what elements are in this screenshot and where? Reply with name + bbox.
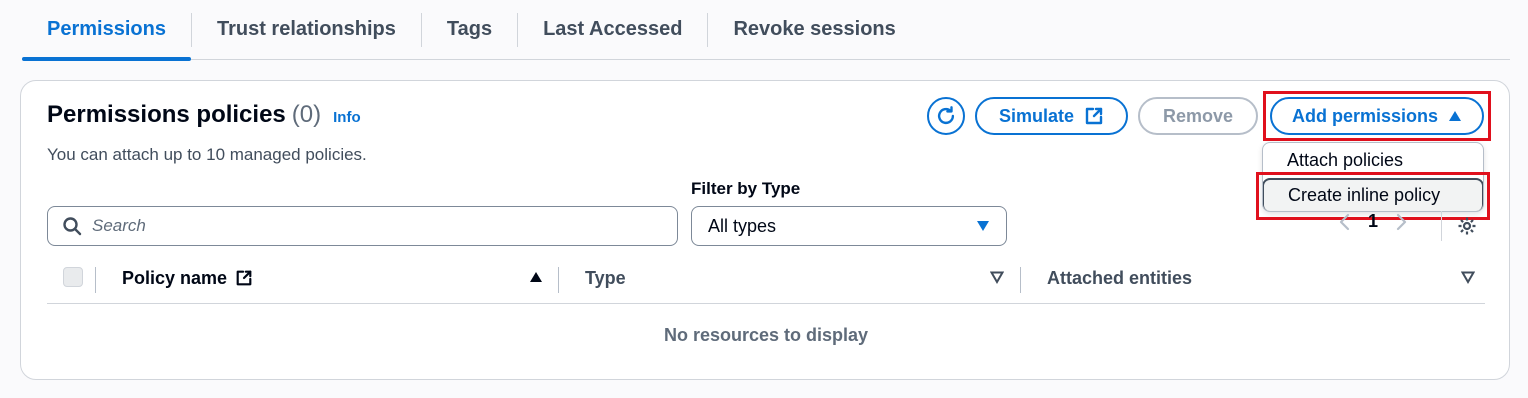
pagination: 1: [1338, 211, 1408, 232]
search-box[interactable]: [47, 206, 678, 246]
table-header: Policy name Type Attached entities: [47, 259, 1485, 304]
tab-trust-relationships-label: Trust relationships: [216, 18, 396, 40]
pagination-divider: [1441, 211, 1442, 241]
add-permissions-menu: Attach policies Create inline policy: [1262, 142, 1484, 212]
chevron-left-icon[interactable]: [1338, 213, 1350, 231]
tab-permissions-label: Permissions: [47, 18, 166, 40]
menu-item-create-inline-policy[interactable]: Create inline policy: [1263, 178, 1483, 211]
tab-permissions[interactable]: Permissions: [22, 0, 191, 61]
simulate-button[interactable]: Simulate: [975, 97, 1128, 135]
panel-description: You can attach up to 10 managed policies…: [47, 145, 367, 164]
menu-item-create-inline-policy-label: Create inline policy: [1288, 185, 1441, 205]
refresh-icon: [937, 106, 955, 125]
caret-down-icon: [977, 221, 989, 231]
column-header-attached-entities[interactable]: Attached entities: [1047, 259, 1192, 297]
panel-title: Permissions policies: [47, 101, 286, 128]
panel-header: Permissions policies (0) Info: [47, 101, 361, 129]
tab-revoke-sessions-label: Revoke sessions: [733, 18, 896, 40]
permissions-policies-panel: Permissions policies (0) Info You can at…: [20, 80, 1510, 380]
sort-descending-icon[interactable]: [1461, 270, 1475, 284]
tab-tags[interactable]: Tags: [422, 0, 517, 60]
menu-item-attach-policies-label: Attach policies: [1287, 150, 1404, 170]
column-divider: [1020, 267, 1021, 293]
tab-tags-label: Tags: [446, 18, 493, 40]
tab-bar: Permissions Trust relationships Tags Las…: [22, 0, 1510, 61]
search-input[interactable]: [92, 216, 652, 236]
external-link-icon: [236, 270, 252, 286]
column-header-policy-name[interactable]: Policy name: [122, 259, 253, 297]
menu-item-attach-policies[interactable]: Attach policies: [1263, 143, 1483, 178]
policy-count: (0): [291, 101, 322, 128]
page-number[interactable]: 1: [1368, 211, 1378, 232]
iam-role-permissions-view: Permissions Trust relationships Tags Las…: [0, 0, 1528, 398]
tab-trust-relationships[interactable]: Trust relationships: [192, 0, 421, 60]
select-all-checkbox[interactable]: [63, 267, 83, 287]
tab-last-accessed[interactable]: Last Accessed: [518, 0, 707, 60]
sort-descending-icon[interactable]: [990, 270, 1004, 284]
remove-button[interactable]: Remove: [1138, 97, 1258, 135]
tab-revoke-sessions[interactable]: Revoke sessions: [708, 0, 920, 60]
add-permissions-button[interactable]: Add permissions: [1270, 97, 1484, 135]
column-type-label: Type: [585, 267, 626, 288]
column-divider: [558, 267, 559, 293]
refresh-button[interactable]: [927, 97, 965, 135]
sort-ascending-icon[interactable]: [529, 270, 543, 284]
column-policy-name-label: Policy name: [122, 267, 228, 288]
add-permissions-button-label: Add permissions: [1291, 105, 1439, 126]
external-link-icon: [1085, 107, 1103, 125]
gear-icon[interactable]: [1457, 216, 1477, 236]
remove-button-label: Remove: [1162, 105, 1234, 126]
column-attached-entities-label: Attached entities: [1047, 267, 1193, 288]
filter-by-type-label: Filter by Type: [691, 179, 801, 198]
simulate-button-label: Simulate: [998, 105, 1075, 126]
tab-last-accessed-label: Last Accessed: [543, 18, 683, 40]
type-filter-value: All types: [708, 215, 777, 236]
empty-state-message: No resources to display: [663, 325, 869, 345]
type-filter-select[interactable]: All types: [691, 206, 1007, 246]
chevron-right-icon[interactable]: [1396, 213, 1408, 231]
caret-up-icon: [1449, 111, 1462, 121]
info-link[interactable]: Info: [333, 109, 361, 126]
column-header-type[interactable]: Type: [585, 259, 626, 297]
search-icon: [63, 217, 82, 236]
column-divider: [95, 267, 96, 293]
